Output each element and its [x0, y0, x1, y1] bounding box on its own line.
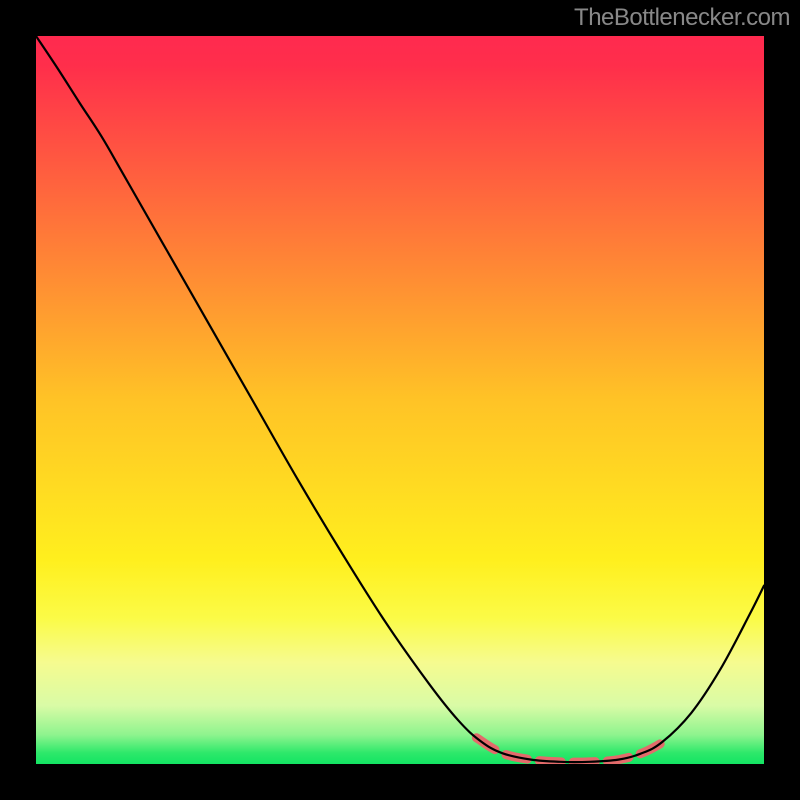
- highlight-segment: [476, 738, 665, 762]
- bottleneck-curve: [36, 36, 764, 762]
- curve-layer: [36, 36, 764, 764]
- watermark-text: TheBottlenecker.com: [574, 4, 790, 32]
- chart-container: TheBottlenecker.com: [0, 0, 800, 800]
- plot-area: [36, 36, 764, 764]
